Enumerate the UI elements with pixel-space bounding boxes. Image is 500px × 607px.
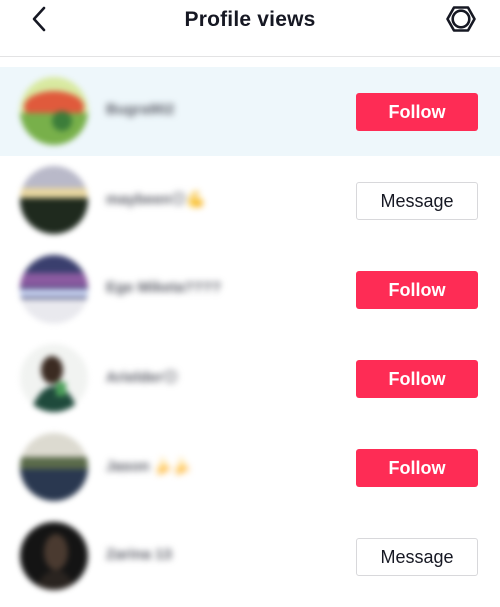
settings-button[interactable] — [444, 4, 478, 38]
username[interactable]: Jason 🍌🍌 — [106, 457, 191, 477]
message-button[interactable]: Message — [356, 182, 478, 220]
message-button[interactable]: Message — [356, 538, 478, 576]
list-item[interactable]: Zarina 13 Message — [0, 512, 500, 601]
list-item[interactable]: Ege Miketa???? Follow — [0, 245, 500, 334]
username[interactable]: Arielder😊 — [106, 368, 178, 388]
page-title: Profile views — [184, 8, 316, 31]
follow-button[interactable]: Follow — [356, 93, 478, 131]
list-item[interactable]: Arielder😊 Follow — [0, 334, 500, 423]
avatar[interactable] — [20, 344, 88, 412]
avatar[interactable] — [20, 522, 88, 590]
avatar[interactable] — [20, 433, 88, 501]
top-bar: Profile views — [0, 0, 500, 57]
follow-button[interactable]: Follow — [356, 271, 478, 309]
avatar[interactable] — [20, 77, 88, 145]
follow-button[interactable]: Follow — [356, 449, 478, 487]
list-item[interactable]: Bugra902 Follow — [0, 67, 500, 156]
list-item[interactable]: maybeen😊💪 Message — [0, 156, 500, 245]
avatar[interactable] — [20, 255, 88, 323]
list-item[interactable]: Jason 🍌🍌 Follow — [0, 423, 500, 512]
username[interactable]: maybeen😊💪 — [106, 190, 205, 210]
follow-button[interactable]: Follow — [356, 360, 478, 398]
username[interactable]: Bugra902 — [106, 101, 174, 121]
gear-icon — [445, 3, 477, 40]
username[interactable]: Ege Miketa???? — [106, 279, 221, 299]
profile-views-list: Bugra902 Follow maybeen😊💪 Message Ege Mi… — [0, 67, 500, 601]
avatar[interactable] — [20, 166, 88, 234]
username[interactable]: Zarina 13 — [106, 546, 172, 566]
